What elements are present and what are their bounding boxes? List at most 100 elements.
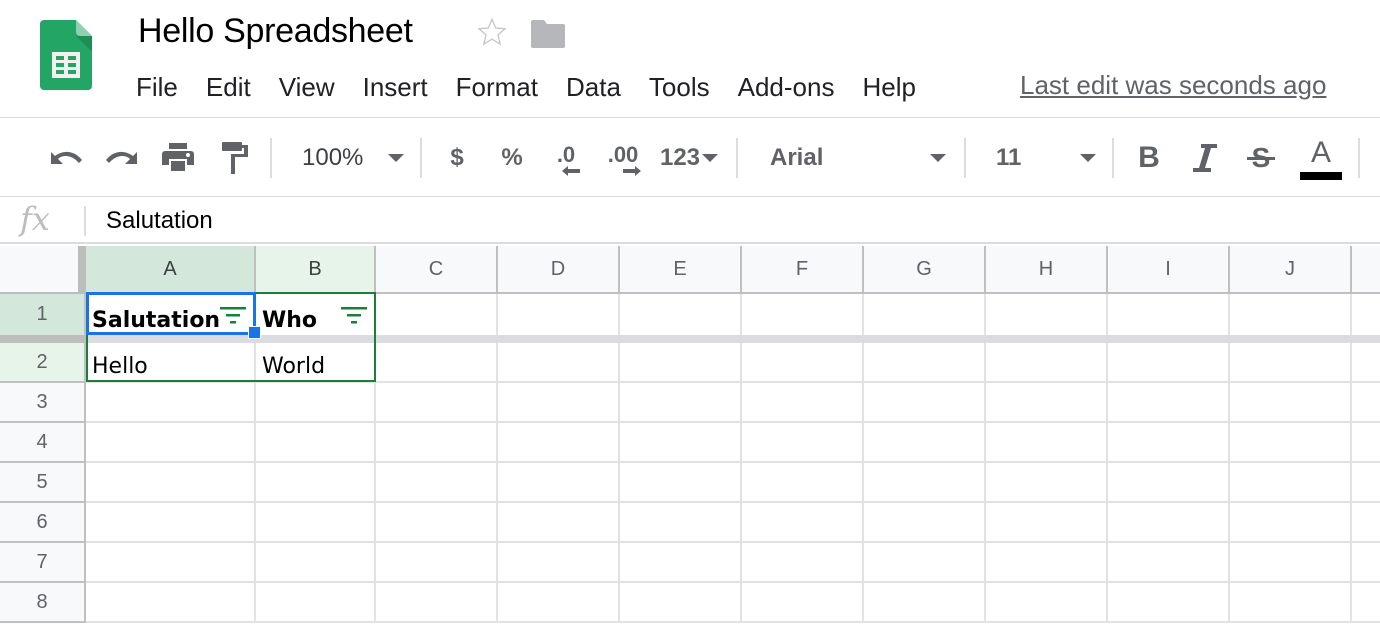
cell-b2[interactable]: World (256, 343, 376, 383)
cell-k4[interactable] (1352, 423, 1380, 463)
last-edit-link[interactable]: Last edit was seconds ago (1020, 70, 1326, 101)
cell-c4[interactable] (376, 423, 498, 463)
cell-j1[interactable] (1230, 294, 1352, 335)
row-header-4[interactable]: 4 (0, 423, 86, 463)
cell-j8[interactable] (1230, 583, 1352, 623)
filter-icon[interactable] (220, 307, 246, 325)
cell-e4[interactable] (620, 423, 742, 463)
cell-j3[interactable] (1230, 383, 1352, 423)
column-header-k[interactable] (1352, 246, 1380, 294)
cell-b8[interactable] (256, 583, 376, 623)
cell-a2[interactable]: Hello (86, 343, 256, 383)
cell-i3[interactable] (1108, 383, 1230, 423)
menu-insert[interactable]: Insert (363, 72, 428, 103)
cell-e6[interactable] (620, 503, 742, 543)
cell-b6[interactable] (256, 503, 376, 543)
fill-handle[interactable] (248, 326, 261, 339)
decrease-decimal-button[interactable]: .0 (546, 119, 586, 197)
cell-d6[interactable] (498, 503, 620, 543)
column-header-h[interactable]: H (986, 246, 1108, 294)
cell-d3[interactable] (498, 383, 620, 423)
menu-help[interactable]: Help (862, 72, 915, 103)
cell-j6[interactable] (1230, 503, 1352, 543)
cell-g5[interactable] (864, 463, 986, 503)
cell-d5[interactable] (498, 463, 620, 503)
select-all-corner[interactable] (0, 246, 86, 294)
cell-k7[interactable] (1352, 543, 1380, 583)
column-header-j[interactable]: J (1230, 246, 1352, 294)
cell-b4[interactable] (256, 423, 376, 463)
star-icon[interactable] (476, 16, 508, 48)
cell-k2[interactable] (1352, 343, 1380, 383)
cell-h7[interactable] (986, 543, 1108, 583)
menu-add-ons[interactable]: Add-ons (738, 72, 835, 103)
font-family-select[interactable]: Arial (760, 119, 952, 197)
paint-format-button[interactable] (214, 119, 258, 197)
menu-view[interactable]: View (279, 72, 335, 103)
formula-input[interactable] (106, 204, 1306, 238)
cell-h1[interactable] (986, 294, 1108, 335)
row-header-7[interactable]: 7 (0, 543, 86, 583)
italic-button[interactable] (1186, 119, 1224, 197)
cell-i2[interactable] (1108, 343, 1230, 383)
text-color-button[interactable]: A (1298, 119, 1344, 197)
folder-icon[interactable] (531, 20, 565, 48)
cell-i6[interactable] (1108, 503, 1230, 543)
cell-g4[interactable] (864, 423, 986, 463)
cell-d7[interactable] (498, 543, 620, 583)
bold-button[interactable]: B (1130, 119, 1168, 197)
cell-c8[interactable] (376, 583, 498, 623)
currency-format-button[interactable]: $ (440, 119, 474, 197)
google-sheets-logo[interactable] (40, 20, 92, 90)
cell-f4[interactable] (742, 423, 864, 463)
cell-e3[interactable] (620, 383, 742, 423)
cell-g1[interactable] (864, 294, 986, 335)
row-header-2[interactable]: 2 (0, 343, 86, 383)
cell-g6[interactable] (864, 503, 986, 543)
cell-b3[interactable] (256, 383, 376, 423)
more-formats-button[interactable]: 123 (656, 119, 722, 197)
cell-a6[interactable] (86, 503, 256, 543)
column-header-a[interactable]: A (86, 246, 256, 294)
cell-h5[interactable] (986, 463, 1108, 503)
cell-b7[interactable] (256, 543, 376, 583)
cell-d1[interactable] (498, 294, 620, 335)
cell-i4[interactable] (1108, 423, 1230, 463)
cell-i1[interactable] (1108, 294, 1230, 335)
redo-button[interactable] (100, 119, 144, 197)
cell-e2[interactable] (620, 343, 742, 383)
column-header-b[interactable]: B (256, 246, 376, 294)
cell-f3[interactable] (742, 383, 864, 423)
cell-d8[interactable] (498, 583, 620, 623)
document-title[interactable]: Hello Spreadsheet (138, 12, 413, 51)
cell-f2[interactable] (742, 343, 864, 383)
cell-d4[interactable] (498, 423, 620, 463)
cell-b5[interactable] (256, 463, 376, 503)
increase-decimal-button[interactable]: .00 (600, 119, 646, 197)
freeze-handle[interactable] (0, 335, 86, 343)
column-header-d[interactable]: D (498, 246, 620, 294)
cell-h4[interactable] (986, 423, 1108, 463)
cell-e1[interactable] (620, 294, 742, 335)
cell-i8[interactable] (1108, 583, 1230, 623)
cell-c1[interactable] (376, 294, 498, 335)
cell-i7[interactable] (1108, 543, 1230, 583)
zoom-select[interactable]: 100% (290, 119, 410, 197)
cell-g8[interactable] (864, 583, 986, 623)
strikethrough-button[interactable]: S (1242, 119, 1280, 197)
cell-k5[interactable] (1352, 463, 1380, 503)
menu-edit[interactable]: Edit (206, 72, 251, 103)
cell-j2[interactable] (1230, 343, 1352, 383)
cell-a7[interactable] (86, 543, 256, 583)
column-header-c[interactable]: C (376, 246, 498, 294)
column-header-i[interactable]: I (1108, 246, 1230, 294)
cell-h6[interactable] (986, 503, 1108, 543)
cell-f5[interactable] (742, 463, 864, 503)
percent-format-button[interactable]: % (494, 119, 530, 197)
cell-d2[interactable] (498, 343, 620, 383)
cell-c7[interactable] (376, 543, 498, 583)
cell-a8[interactable] (86, 583, 256, 623)
cell-f6[interactable] (742, 503, 864, 543)
menu-file[interactable]: File (136, 72, 178, 103)
column-header-e[interactable]: E (620, 246, 742, 294)
